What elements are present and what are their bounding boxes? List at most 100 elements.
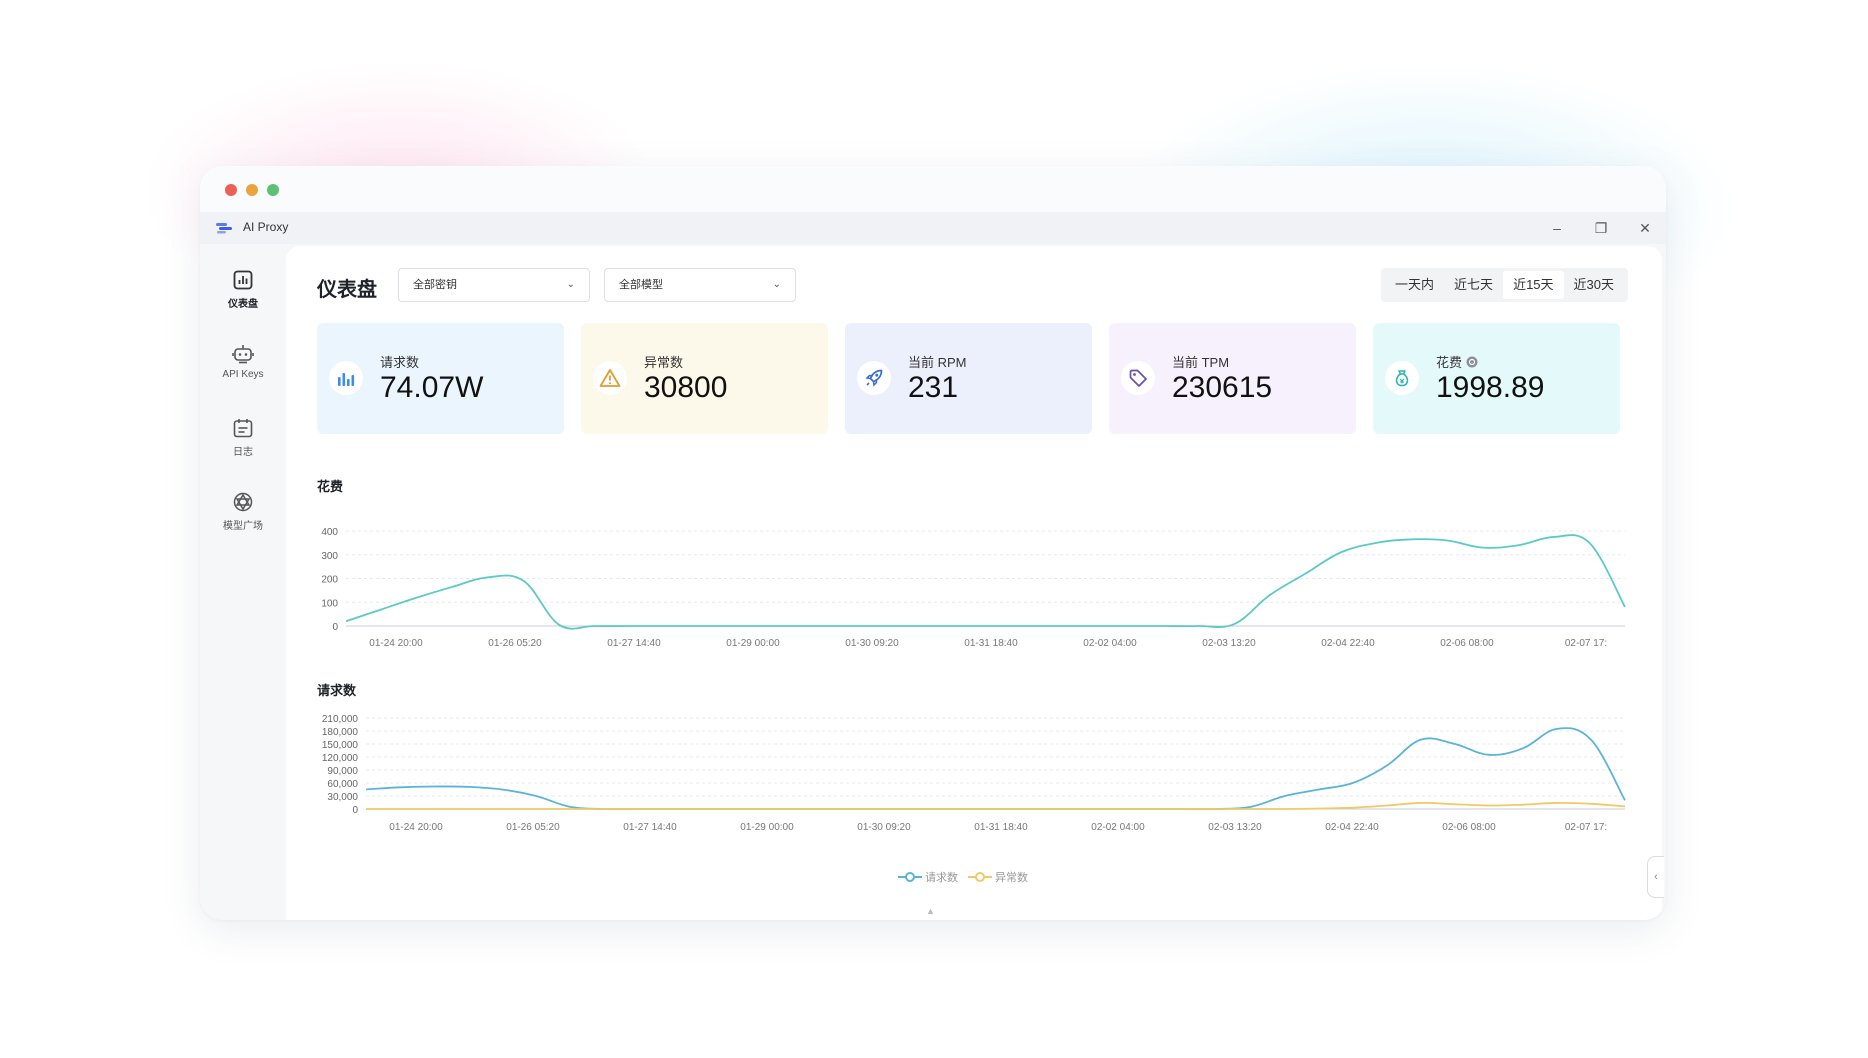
cost-chart-title: 花费 [317,479,344,494]
stat-icon-wrap [593,361,627,395]
info-icon[interactable] [1466,356,1478,368]
sidebar-item-label: 仪表盘 [228,299,258,310]
series-line-0 [345,534,1626,630]
stat-label: 异常数 [644,355,684,370]
chevron-up-icon[interactable]: ▲ [926,906,935,916]
bar-chart-icon [233,270,253,290]
chevron-down-icon: ⌄ [566,279,575,290]
sidebar-item-dashboard[interactable]: 仪表盘 [200,269,286,325]
x-tick-label: 01-30 09:20 [845,638,899,649]
range-fifteen-days[interactable]: 近15天 [1503,271,1564,299]
series-line-0 [365,727,1626,811]
legend-label: 请求数 [925,872,958,884]
close-traffic-light[interactable] [225,184,237,196]
y-tick-label: 120,000 [322,753,359,764]
sidebar: 仪表盘 API Keys 日志 模型广场 [200,244,286,920]
stat-icon-wrap [1121,361,1155,395]
y-tick-label: 30,000 [327,792,358,803]
x-tick-label: 01-31 18:40 [964,638,1018,649]
cost-chart: 0 100 200 300 400 01-24 20:00 01-26 05:20 01-27… [321,527,1626,649]
sidebar-item-label: 日志 [233,447,253,458]
y-tick-label: 90,000 [327,766,358,777]
main-panel: 仪表盘 全部密钥 ⌄ 全部模型 ⌄ 一天内 近七天 近15天 近30天 请求数 … [286,246,1664,920]
y-tick-label: 200 [321,575,338,586]
key-select-value: 全部密钥 [413,279,457,291]
sidebar-item-model-plaza[interactable]: 模型广场 [200,491,286,547]
x-tick-label: 02-06 08:00 [1440,638,1494,649]
x-tick-label: 01-24 20:00 [389,822,443,833]
legend-label: 异常数 [995,872,1028,884]
legend-item-requests[interactable]: 请求数 [898,869,958,885]
stat-icon-wrap [857,361,891,395]
x-tick-label: 01-30 09:20 [857,822,911,833]
minimize-button[interactable]: – [1546,217,1568,239]
stat-icon-wrap [1385,361,1419,395]
x-tick-label: 01-29 00:00 [726,638,780,649]
stat-value: 230615 [1172,371,1273,404]
time-range-tabs: 一天内 近七天 近15天 近30天 [1381,268,1628,302]
y-tick-label: 0 [332,622,338,633]
robot-icon [232,345,254,364]
x-tick-label: 02-03 13:20 [1208,822,1262,833]
y-tick-label: 150,000 [322,740,359,751]
calendar-list-icon [233,419,253,438]
model-select[interactable]: 全部模型 ⌄ [604,268,796,302]
restore-button[interactable]: ❐ [1590,217,1612,239]
x-tick-label: 02-04 22:40 [1325,822,1379,833]
warning-icon [599,369,621,387]
collapse-panel-button[interactable]: ‹ [1647,856,1664,898]
stat-card-tpm: 当前 TPM 230615 [1109,323,1356,434]
x-tick-label: 01-29 00:00 [740,822,794,833]
stat-value: 74.07W [380,371,484,404]
openai-icon [233,492,253,512]
x-tick-label: 01-31 18:40 [974,822,1028,833]
minimize-traffic-light[interactable] [246,184,258,196]
x-tick-label: 02-06 08:00 [1442,822,1496,833]
legend-item-errors[interactable]: 异常数 [968,869,1028,885]
tag-icon [1129,369,1147,387]
x-tick-label: 01-26 05:20 [506,822,560,833]
app-window: AI Proxy – ❐ ✕ 仪表盘 API Keys 日志 模型广场 仪表盘 … [200,166,1666,920]
model-select-value: 全部模型 [619,279,663,291]
stat-card-requests: 请求数 74.07W [317,323,564,434]
mac-title-bar [200,166,1666,212]
stat-icon-wrap [329,361,363,395]
range-seven-days[interactable]: 近七天 [1444,271,1503,299]
stat-card-cost: 花费 1998.89 [1373,323,1620,434]
stat-label: 花费 [1436,352,1478,371]
key-select[interactable]: 全部密钥 ⌄ [398,268,590,302]
bar-chart-icon [338,373,355,386]
legend-line-icon [968,872,992,882]
x-tick-label: 02-03 13:20 [1202,638,1256,649]
sidebar-item-label: 模型广场 [223,521,263,532]
app-title: AI Proxy [243,220,289,234]
requests-chart: 0 30,000 60,000 90,000 120,000 150,000 180,000… [322,714,1626,833]
money-bag-icon [1395,370,1409,387]
series-line-1 [366,801,1626,810]
x-tick-label: 01-27 14:40 [607,638,661,649]
app-title-bar: AI Proxy – ❐ ✕ [200,212,1666,244]
zoom-traffic-light[interactable] [267,184,279,196]
x-tick-label: 01-24 20:00 [369,638,423,649]
y-tick-label: 60,000 [327,779,358,790]
stat-value: 1998.89 [1436,371,1545,404]
app-logo-icon [216,223,232,234]
sidebar-item-api-keys[interactable]: API Keys [200,343,286,399]
stat-value: 30800 [644,371,728,404]
range-thirty-days[interactable]: 近30天 [1564,271,1624,299]
stat-label: 当前 RPM [908,355,967,370]
y-tick-label: 180,000 [322,727,359,738]
range-one-day[interactable]: 一天内 [1385,271,1444,299]
x-tick-label: 02-02 04:00 [1091,822,1145,833]
stat-value: 231 [908,371,959,404]
y-tick-label: 300 [321,551,338,562]
sidebar-item-logs[interactable]: 日志 [200,417,286,473]
requests-chart-title: 请求数 [317,683,357,698]
stat-card-rpm: 当前 RPM 231 [845,323,1092,434]
close-button[interactable]: ✕ [1634,217,1656,239]
x-tick-label: 02-07 17: [1565,822,1607,833]
requests-chart-legend: 请求数 异常数 [898,869,1038,885]
x-tick-label: 01-27 14:40 [623,822,677,833]
x-tick-label: 02-02 04:00 [1083,638,1137,649]
y-tick-label: 0 [352,805,358,816]
